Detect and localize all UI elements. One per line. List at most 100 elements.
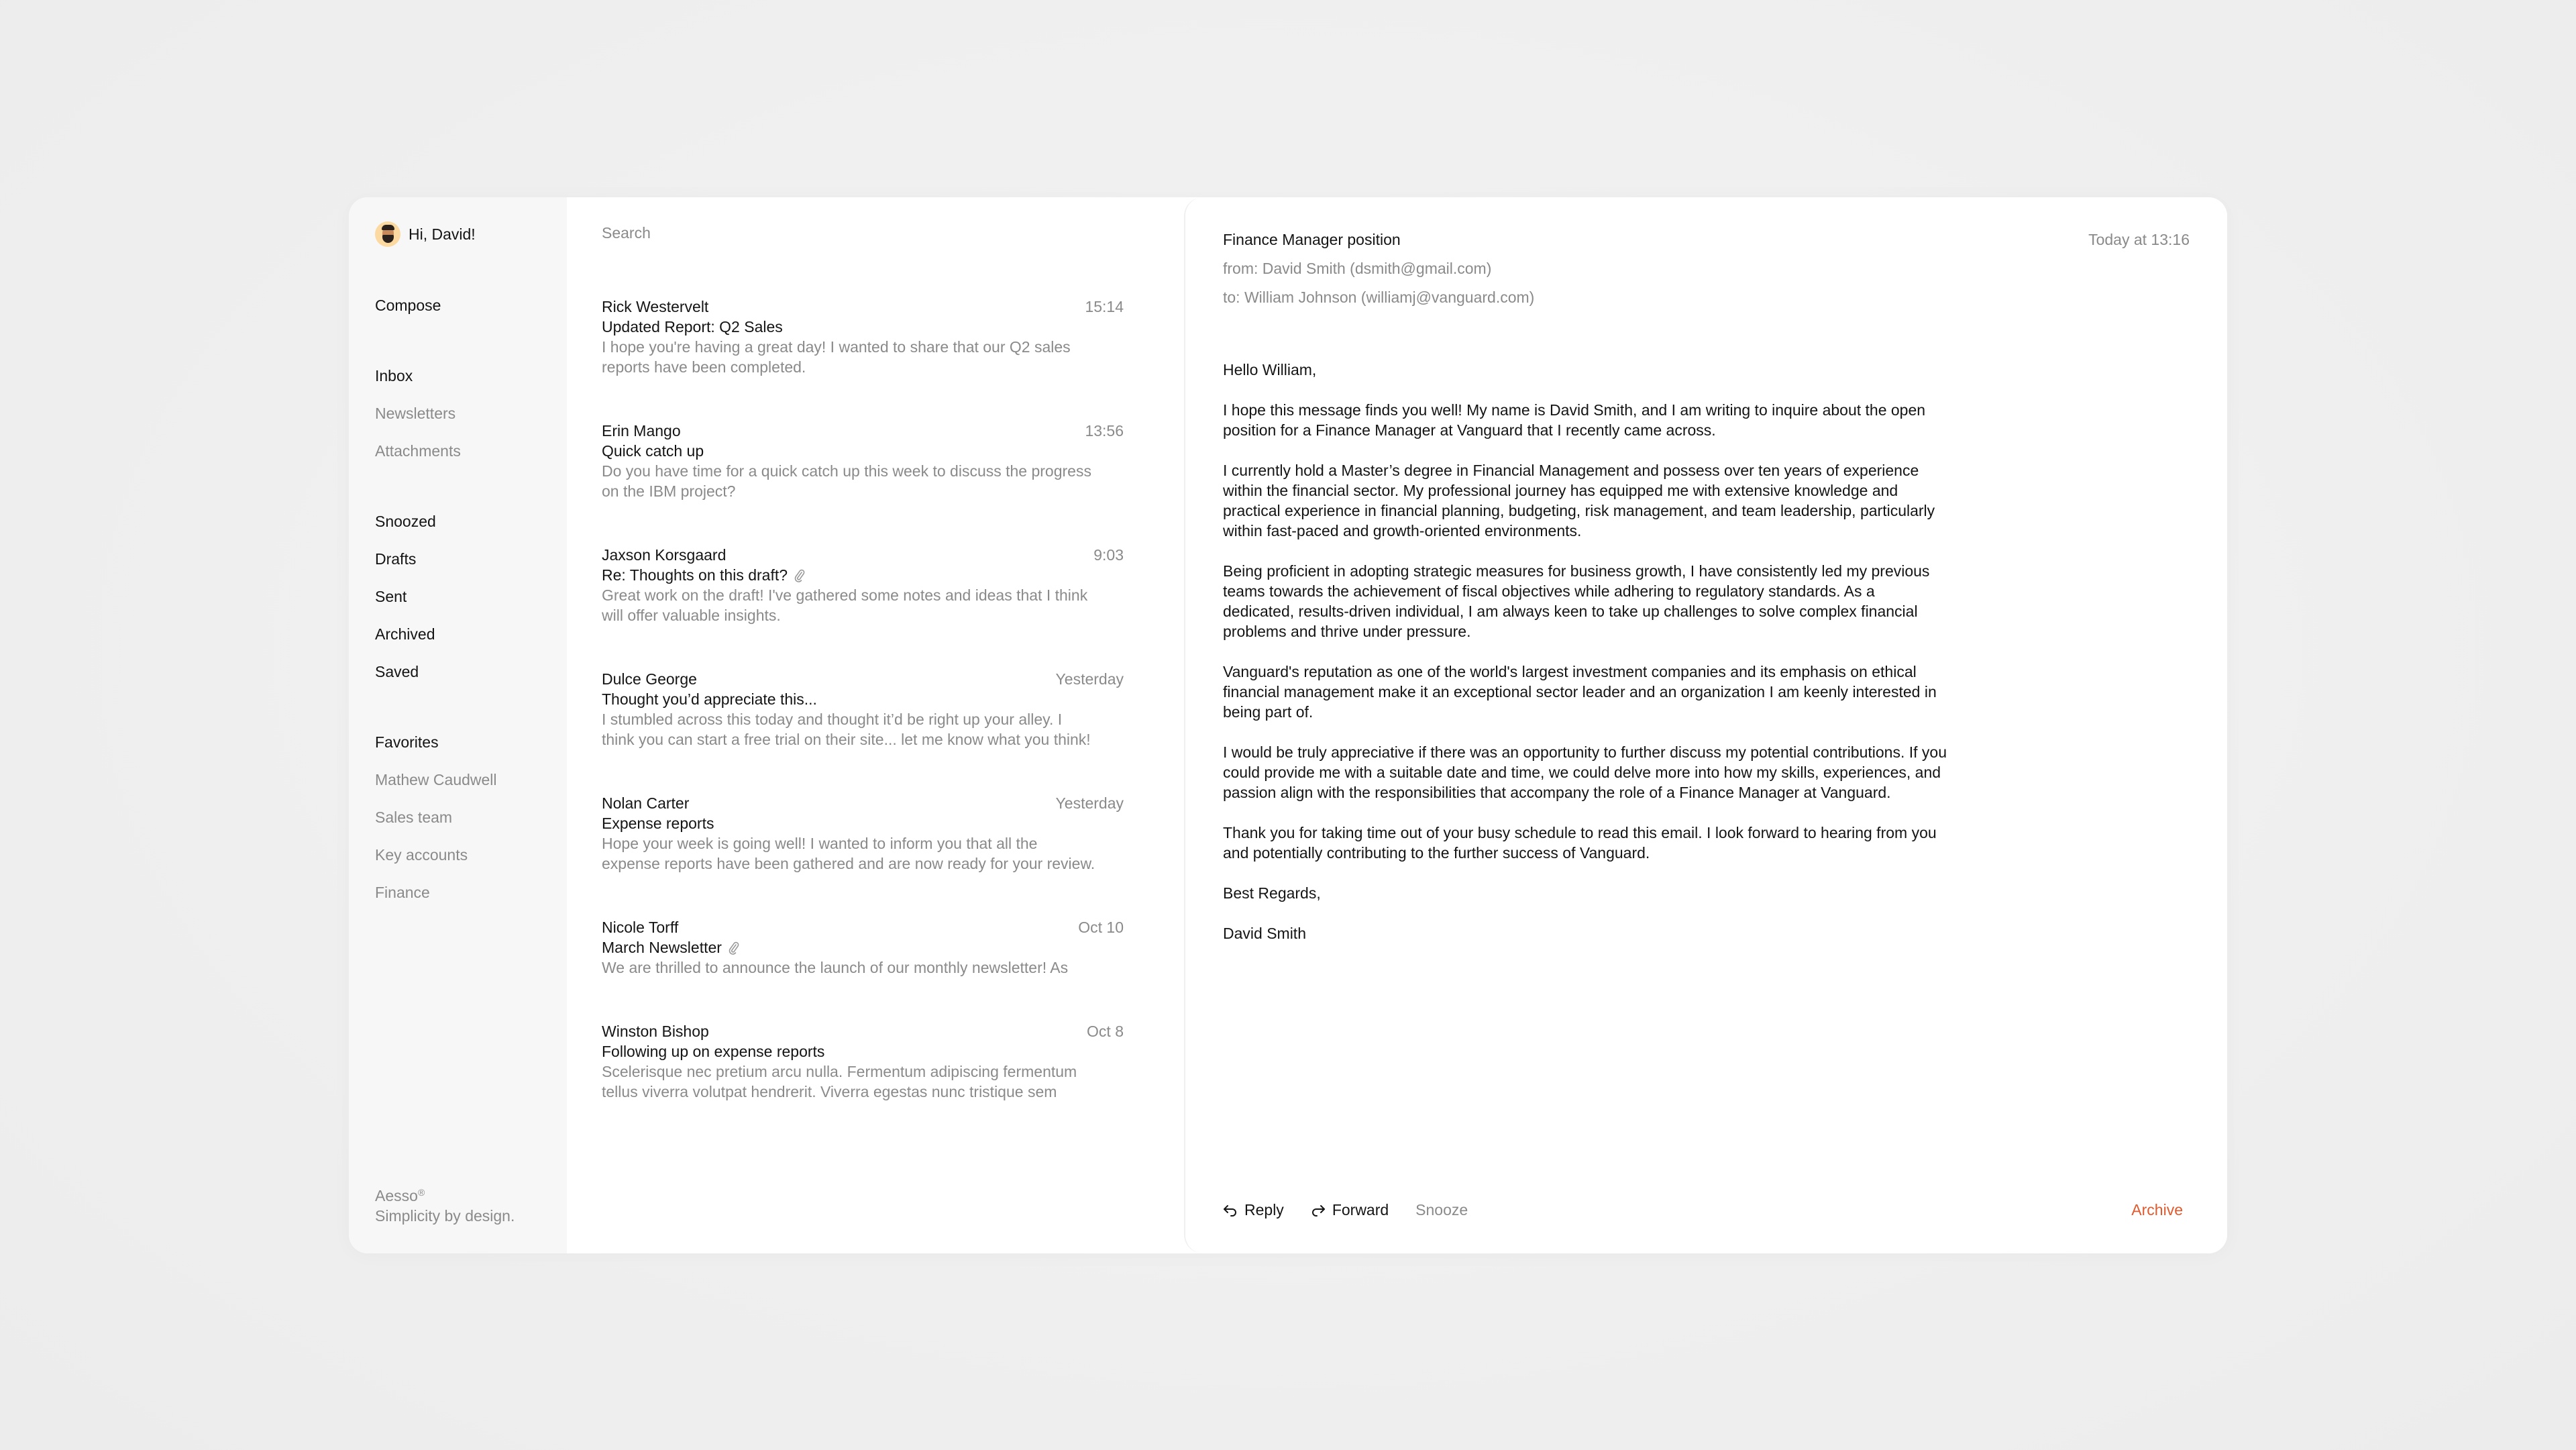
email-preview-line: will offer valuable insights. <box>602 607 781 624</box>
sidebar-item-snoozed[interactable]: Snoozed <box>375 513 436 531</box>
email-preview: Scelerisque nec pretium arcu nulla. Ferm… <box>602 1061 1124 1102</box>
greeting-text: Hi, David! <box>409 225 476 243</box>
email-subject-line: Updated Report: Q2 Sales <box>602 317 1124 337</box>
email-body-paragraph: Being proficient in adopting strategic m… <box>1223 562 1930 640</box>
email-body-paragraph: Vanguard's reputation as one of the worl… <box>1223 663 1937 721</box>
email-preview-line: We are thrilled to announce the launch o… <box>602 959 1069 976</box>
brand-tagline: Simplicity by design. <box>375 1207 515 1225</box>
email-to[interactable]: to: William Johnson (williamj@vanguard.c… <box>1223 289 1534 307</box>
email-body-paragraph: I would be truly appreciative if there w… <box>1223 743 1947 801</box>
compose-button[interactable]: Compose <box>375 297 441 315</box>
reply-button[interactable]: Reply <box>1223 1201 1284 1219</box>
email-list-item[interactable]: Jaxson Korsgaard 9:03 Re: Thoughts on this… <box>602 545 1124 625</box>
reply-arrow-icon <box>1223 1203 1238 1218</box>
email-subject-line: Following up on expense reports <box>602 1041 1124 1061</box>
archive-button[interactable]: Archive <box>2131 1201 2183 1219</box>
email-header-row: Dulce George Yesterday <box>602 669 1124 689</box>
email-subject-text: Updated Report: Q2 Sales <box>602 318 783 335</box>
email-sender: Rick Westervelt <box>602 298 709 315</box>
search-input[interactable] <box>602 224 1125 242</box>
email-header-row: Jaxson Korsgaard 9:03 <box>602 545 1124 565</box>
sidebar-item-inbox[interactable]: Inbox <box>375 367 413 385</box>
email-actions: Reply Forward Snooze <box>1223 1201 1468 1219</box>
email-list-item[interactable]: Erin Mango 13:56 Quick catch up Do you have… <box>602 421 1124 501</box>
email-preview-line: I hope you're having a great day! I want… <box>602 338 1071 356</box>
email-header-row: Nicole Torff Oct 10 <box>602 917 1124 937</box>
email-list-item[interactable]: Nolan Carter Yesterday Expense reports Hope… <box>602 793 1124 874</box>
email-from[interactable]: from: David Smith (dsmith@gmail.com) <box>1223 260 1491 278</box>
user-greeting[interactable]: Hi, David! <box>375 221 476 247</box>
sidebar-item-archived[interactable]: Archived <box>375 625 435 643</box>
email-list-pane: Rick Westervelt 15:14 Updated Report: Q2 S… <box>567 197 1184 1253</box>
email-preview-line: Great work on the draft! I've gathered s… <box>602 586 1088 604</box>
sidebar-item-saved[interactable]: Saved <box>375 663 419 681</box>
email-header-row: Erin Mango 13:56 <box>602 421 1124 441</box>
favorite-item-finance[interactable]: Finance <box>375 884 430 902</box>
email-body-paragraph: Hello William, <box>1223 361 1317 378</box>
email-subject-text: March Newsletter <box>602 939 722 956</box>
sidebar-item-sent[interactable]: Sent <box>375 588 407 606</box>
email-subject: Finance Manager position <box>1223 231 1401 248</box>
email-body: Hello William, I hope this message finds … <box>1223 360 1947 964</box>
favorites-heading: Favorites <box>375 733 439 751</box>
email-preview-line: on the IBM project? <box>602 482 736 500</box>
email-list-item[interactable]: Nicole Torff Oct 10 March Newsletter We are… <box>602 917 1124 978</box>
email-time: 13:56 <box>1085 422 1124 439</box>
snooze-button[interactable]: Snooze <box>1415 1201 1468 1219</box>
email-preview-line: think you can start a free trial on thei… <box>602 731 1091 748</box>
email-preview: Hope your week is going well! I wanted t… <box>602 833 1124 874</box>
email-body-paragraph: I hope this message finds you well! My n… <box>1223 401 1926 439</box>
sidebar-item-attachments[interactable]: Attachments <box>375 442 461 460</box>
email-header-row: Winston Bishop Oct 8 <box>602 1021 1124 1041</box>
email-date: Today at 13:16 <box>2088 231 2190 248</box>
avatar-hair-shape <box>382 225 394 230</box>
email-time: 15:14 <box>1085 298 1124 315</box>
mail-app-window: Hi, David! Compose Inbox Newsletters Att… <box>349 197 2227 1253</box>
email-list-item[interactable]: Winston Bishop Oct 8 Following up on expen… <box>602 1021 1124 1102</box>
email-time: Oct 10 <box>1078 919 1124 936</box>
forward-button[interactable]: Forward <box>1311 1201 1389 1219</box>
favorite-item-sales-team[interactable]: Sales team <box>375 809 452 827</box>
snooze-label: Snooze <box>1415 1201 1468 1219</box>
email-body-paragraph: Thank you for taking time out of your bu… <box>1223 824 1937 862</box>
email-sender: Winston Bishop <box>602 1023 709 1040</box>
reply-label: Reply <box>1244 1201 1284 1219</box>
avatar-beard-shape <box>382 235 394 243</box>
email-sender: Nolan Carter <box>602 794 690 812</box>
email-list-item[interactable]: Rick Westervelt 15:14 Updated Report: Q2 S… <box>602 297 1124 377</box>
forward-arrow-icon <box>1311 1203 1326 1218</box>
brand-name: Aesso <box>375 1187 418 1204</box>
email-sender: Nicole Torff <box>602 919 679 936</box>
sidebar: Hi, David! Compose Inbox Newsletters Att… <box>349 197 567 1253</box>
email-subject-line: Expense reports <box>602 813 1124 833</box>
email-subject-line: March Newsletter <box>602 937 1124 957</box>
email-preview-line: reports have been completed. <box>602 358 806 376</box>
email-time: 9:03 <box>1093 546 1124 564</box>
email-sender: Erin Mango <box>602 422 681 439</box>
email-preview: We are thrilled to announce the launch o… <box>602 957 1124 978</box>
reading-pane: Finance Manager position Today at 13:16 … <box>1184 197 2227 1253</box>
email-preview: Do you have time for a quick catch up th… <box>602 461 1124 501</box>
email-subject-text: Quick catch up <box>602 442 704 460</box>
favorite-item-key-accounts[interactable]: Key accounts <box>375 846 468 864</box>
email-subject-line: Thought you’d appreciate this... <box>602 689 1124 709</box>
sidebar-item-drafts[interactable]: Drafts <box>375 550 416 568</box>
avatar[interactable] <box>375 221 400 247</box>
registered-mark: ® <box>417 1187 425 1198</box>
email-subject-line: Re: Thoughts on this draft? <box>602 565 1124 585</box>
email-subject-text: Expense reports <box>602 815 714 832</box>
paperclip-icon <box>729 940 741 955</box>
favorite-item-mathew-caudwell[interactable]: Mathew Caudwell <box>375 771 497 789</box>
email-list-item[interactable]: Dulce George Yesterday Thought you’d appre… <box>602 669 1124 749</box>
email-subject-text: Thought you’d appreciate this... <box>602 690 817 708</box>
brand-footer: Aesso® Simplicity by design. <box>375 1182 515 1226</box>
email-preview-line: Hope your week is going well! I wanted t… <box>602 835 1038 852</box>
email-preview-line: I stumbled across this today and thought… <box>602 711 1063 728</box>
email-time: Oct 8 <box>1087 1023 1124 1040</box>
email-body-paragraph: David Smith <box>1223 925 1306 942</box>
email-sender: Jaxson Korsgaard <box>602 546 727 564</box>
sidebar-item-newsletters[interactable]: Newsletters <box>375 405 455 423</box>
email-time: Yesterday <box>1055 794 1124 812</box>
email-subject-text: Re: Thoughts on this draft? <box>602 566 788 584</box>
email-header-row: Nolan Carter Yesterday <box>602 793 1124 813</box>
